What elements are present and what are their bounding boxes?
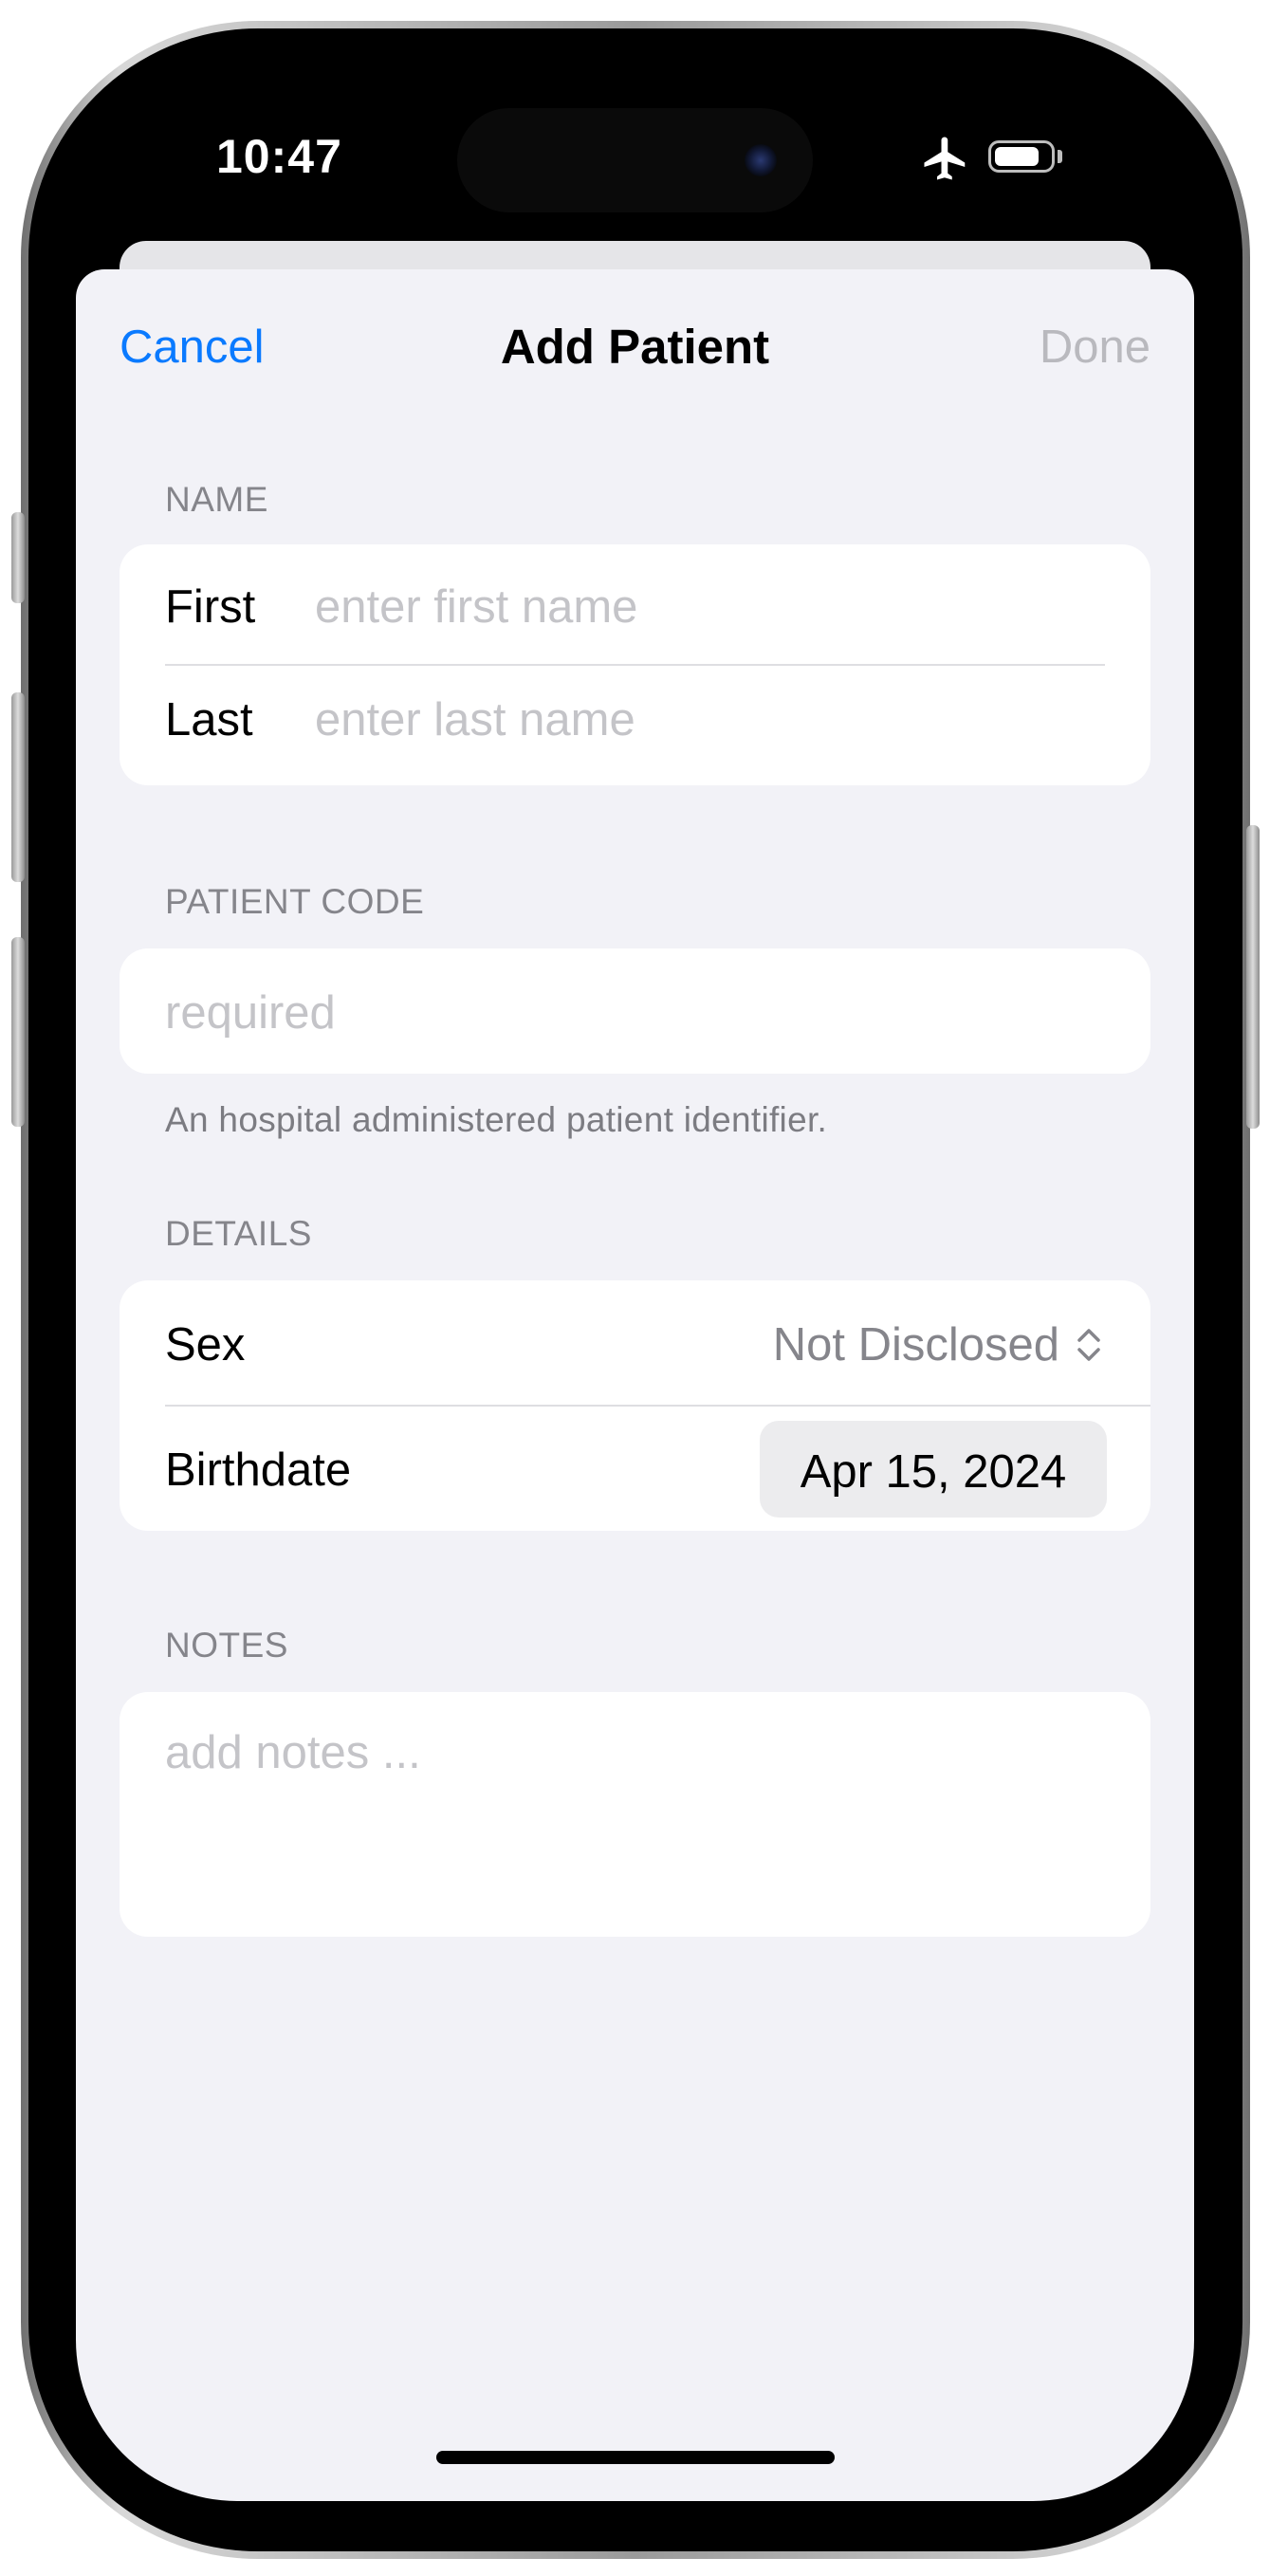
phone-screen: 10:47 Cancel Add Patient Done NAME First… bbox=[76, 76, 1194, 2501]
battery-level bbox=[995, 147, 1039, 166]
birthdate-row: Birthdate Apr 15, 2024 bbox=[120, 1406, 1150, 1531]
details-group: Sex Not Disclosed Birthdate Apr 15, 2024 bbox=[120, 1280, 1150, 1531]
status-time: 10:47 bbox=[216, 130, 342, 183]
add-patient-sheet: Cancel Add Patient Done NAME First enter… bbox=[76, 269, 1194, 2501]
first-name-label: First bbox=[165, 581, 256, 633]
volume-up-button bbox=[11, 692, 25, 882]
last-name-label: Last bbox=[165, 694, 253, 745]
notes-textarea[interactable]: add notes ... bbox=[165, 1726, 421, 1779]
battery-icon bbox=[988, 140, 1055, 173]
side-power-button bbox=[1246, 825, 1260, 1129]
first-name-field[interactable]: enter first name bbox=[315, 580, 637, 634]
chevron-up-down-icon bbox=[1077, 1329, 1100, 1361]
name-group: First enter first name Last enter last n… bbox=[120, 544, 1150, 785]
last-name-field[interactable]: enter last name bbox=[315, 693, 635, 746]
birthdate-value: Apr 15, 2024 bbox=[800, 1446, 1067, 1498]
home-indicator[interactable] bbox=[436, 2451, 835, 2464]
battery-nub bbox=[1058, 150, 1062, 163]
done-button[interactable]: Done bbox=[1040, 321, 1150, 374]
patient-code-section-header: PATIENT CODE bbox=[165, 882, 425, 921]
phone-frame: 10:47 Cancel Add Patient Done NAME First… bbox=[28, 28, 1242, 2551]
notes-section-header: NOTES bbox=[165, 1626, 288, 1665]
sex-label: Sex bbox=[165, 1319, 246, 1371]
navigation-bar: Cancel Add Patient Done bbox=[76, 269, 1194, 383]
last-name-row: Last enter last name bbox=[120, 665, 1150, 785]
patient-code-footer: An hospital administered patient identif… bbox=[165, 1100, 828, 1139]
sex-row[interactable]: Sex Not Disclosed bbox=[120, 1280, 1150, 1406]
notes-group: add notes ... bbox=[120, 1692, 1150, 1937]
first-name-row: First enter first name bbox=[120, 544, 1150, 665]
page-title: Add Patient bbox=[500, 320, 770, 374]
details-section-header: DETAILS bbox=[165, 1214, 312, 1253]
birthdate-label: Birthdate bbox=[165, 1444, 352, 1496]
patient-code-group: required bbox=[120, 948, 1150, 1074]
volume-down-button bbox=[11, 937, 25, 1127]
dynamic-island bbox=[457, 108, 813, 212]
front-camera bbox=[745, 144, 777, 176]
birthdate-picker-button[interactable]: Apr 15, 2024 bbox=[760, 1421, 1107, 1518]
action-button bbox=[11, 512, 25, 603]
airplane-mode-icon bbox=[924, 137, 966, 180]
status-bar: 10:47 bbox=[76, 76, 1194, 266]
patient-code-field[interactable]: required bbox=[165, 986, 336, 1040]
sex-picker-value[interactable]: Not Disclosed bbox=[773, 1318, 1059, 1371]
name-section-header: NAME bbox=[165, 480, 268, 519]
